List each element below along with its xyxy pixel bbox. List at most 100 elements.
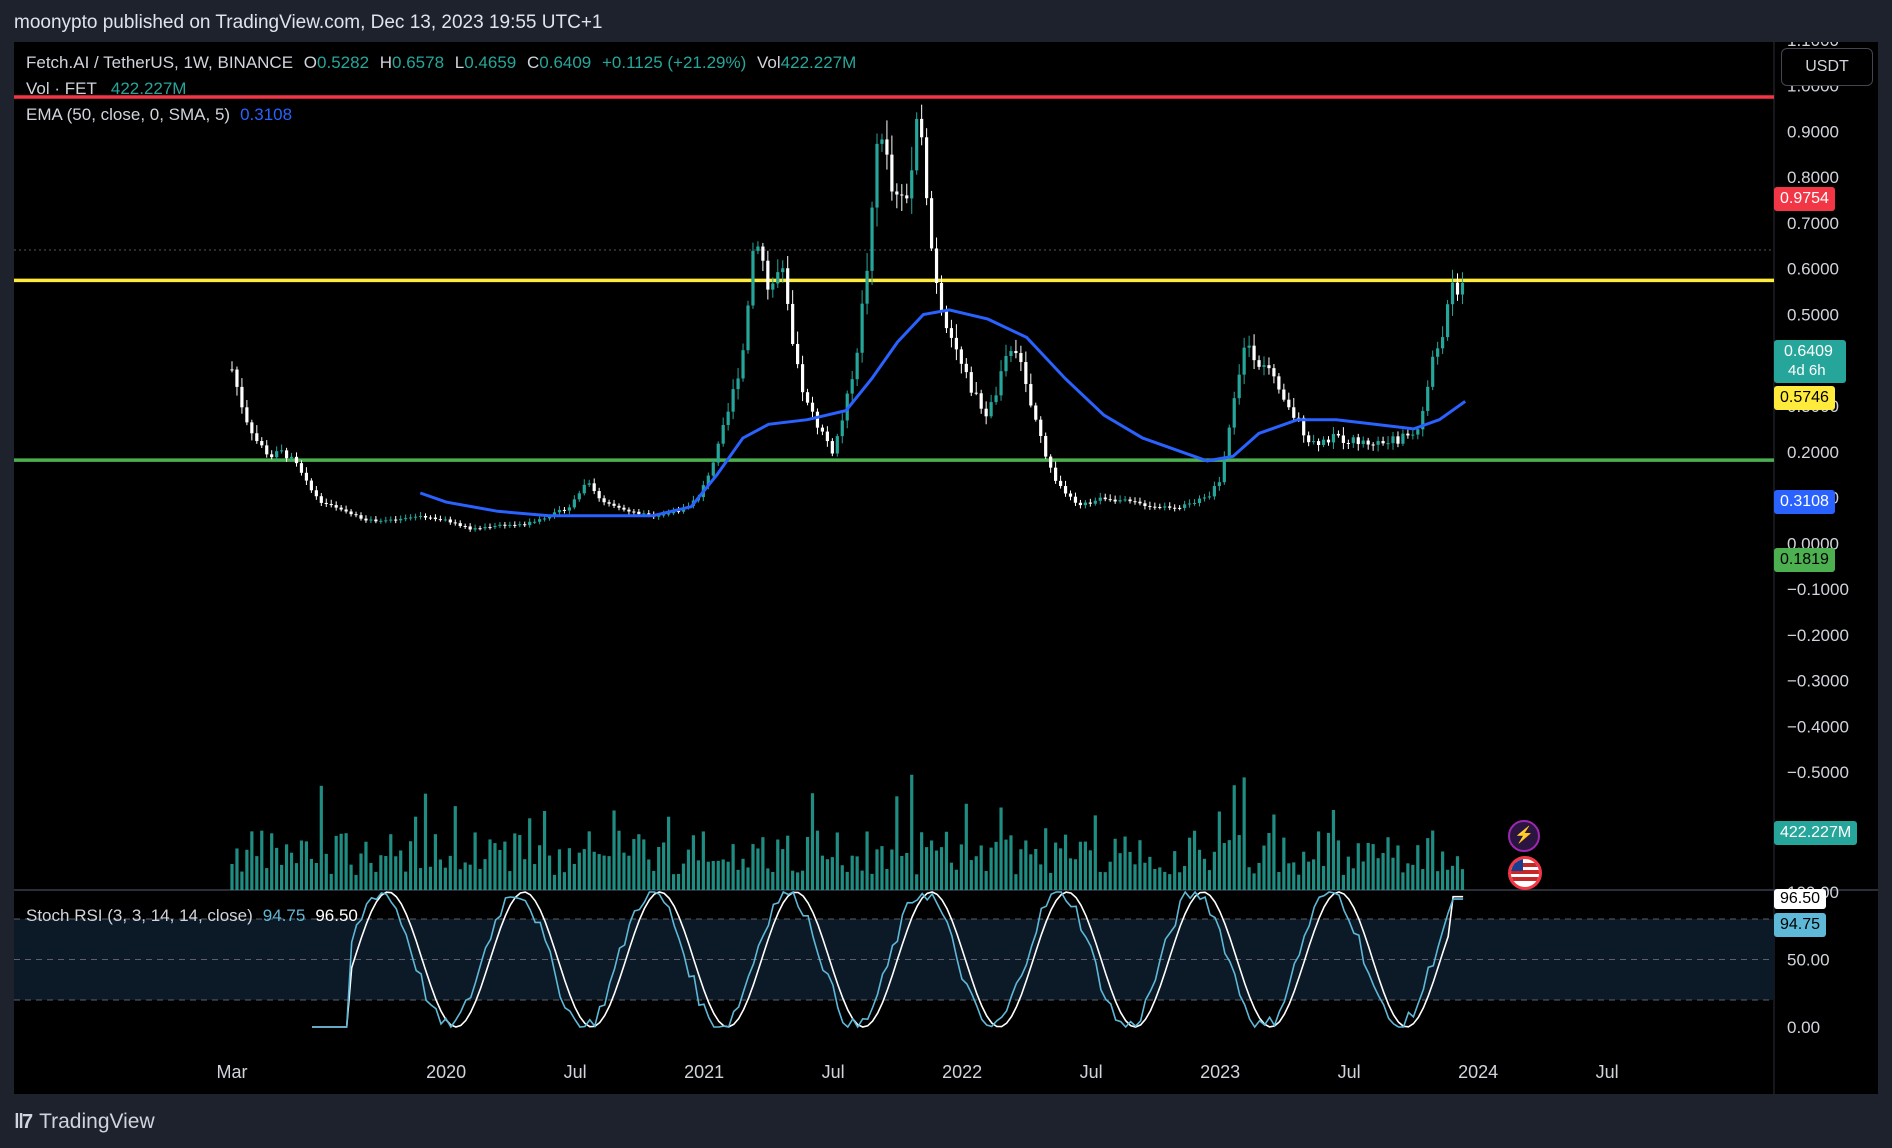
- brand-name: TradingView: [39, 1110, 155, 1133]
- candle-body: [1088, 502, 1092, 504]
- volume-bar: [359, 853, 363, 890]
- candle-body: [1217, 482, 1221, 487]
- candle-body: [1431, 356, 1435, 387]
- volume-title: Vol · FET: [26, 79, 97, 98]
- volume-bar: [1346, 856, 1350, 890]
- volume-bar: [503, 841, 507, 890]
- stoch-legend: Stoch RSI (3, 3, 14, 14, close) 94.75 96.5…: [26, 906, 364, 926]
- candle-body: [726, 411, 730, 426]
- volume-bar: [1247, 867, 1251, 890]
- volume-bar: [1381, 853, 1385, 890]
- chart-area[interactable]: 1.20001.10001.00000.90000.80000.70000.60…: [14, 42, 1878, 1094]
- candle-body: [329, 504, 333, 506]
- time-tick-label: Jul: [1338, 1062, 1361, 1082]
- candle-body: [805, 392, 810, 403]
- volume-bar: [597, 854, 601, 890]
- candle-body: [1014, 351, 1018, 354]
- volume-bar: [557, 849, 562, 890]
- volume-bar: [409, 841, 413, 890]
- volume-bar: [235, 848, 239, 890]
- candle-body: [250, 422, 254, 434]
- candle-body: [359, 515, 363, 519]
- volume-bar: [280, 864, 284, 890]
- volume-bar: [622, 852, 626, 890]
- tradingview-logo[interactable]: ‖7 TradingView: [14, 1110, 155, 1134]
- volume-bar: [314, 862, 318, 890]
- volume-bar: [1441, 851, 1445, 890]
- volume-bar: [354, 874, 358, 890]
- volume-bar: [607, 856, 611, 890]
- candle-body: [910, 170, 914, 199]
- candle-body: [835, 436, 839, 454]
- volume-bar: [840, 865, 844, 890]
- time-tick-label: 2023: [1200, 1062, 1240, 1082]
- volume-bar: [1227, 840, 1231, 890]
- candle-body: [756, 246, 760, 251]
- candle-body: [1068, 493, 1073, 497]
- candle-body: [1436, 348, 1440, 357]
- published-line: moonypto published on TradingView.com, D…: [14, 12, 603, 33]
- candle-body: [1183, 504, 1187, 508]
- lightning-icon[interactable]: ⚡: [1508, 820, 1540, 852]
- volume-bar: [681, 863, 686, 890]
- volume-bar: [547, 855, 552, 890]
- candle-body: [1267, 365, 1271, 369]
- volume-bar: [676, 873, 681, 890]
- volume-bar: [1356, 843, 1360, 890]
- us-flag-icon[interactable]: [1508, 856, 1542, 890]
- candle-body: [1024, 362, 1028, 385]
- candle-body: [885, 139, 889, 155]
- open-value: 0.5282: [317, 53, 370, 72]
- volume-bar: [1143, 862, 1147, 890]
- volume-bar: [1292, 862, 1296, 890]
- volume-bar: [810, 793, 815, 890]
- candle-body: [1262, 365, 1266, 367]
- volume-bar: [1361, 861, 1365, 890]
- volume-bar: [240, 871, 244, 890]
- candle-body: [627, 509, 631, 512]
- candle-body: [929, 198, 934, 249]
- currency-button[interactable]: USDT: [1781, 48, 1873, 86]
- candle-body: [245, 407, 249, 423]
- candle-body: [1227, 427, 1231, 457]
- volume-bar: [850, 855, 854, 890]
- volume-bar: [969, 860, 973, 890]
- volume-bar: [344, 833, 348, 890]
- candle-body: [399, 518, 403, 521]
- stoch-tick-label: 0.00: [1787, 1018, 1820, 1037]
- candle-body: [741, 350, 745, 379]
- candle-body: [1391, 436, 1395, 444]
- candle-body: [428, 517, 433, 519]
- chart-svg[interactable]: 1.20001.10001.00000.90000.80000.70000.60…: [14, 42, 1878, 1094]
- volume-bar: [1103, 872, 1107, 890]
- volume-bar: [1312, 859, 1316, 890]
- volume-bar: [1272, 814, 1276, 890]
- volume-bar: [339, 833, 343, 890]
- stoch-d-legend: 96.50: [315, 906, 358, 925]
- volume-bar: [299, 840, 304, 890]
- candle-body: [786, 268, 790, 304]
- candle-body: [1133, 501, 1137, 503]
- volume-bar: [453, 806, 457, 890]
- candle-body: [498, 524, 502, 526]
- candle-body: [1083, 502, 1087, 506]
- volume-bar: [1093, 815, 1097, 890]
- volume-bar: [860, 870, 864, 890]
- high-label: H: [379, 53, 393, 72]
- volume-bar: [920, 832, 924, 890]
- candle-body: [984, 408, 988, 417]
- volume-bar: [567, 848, 571, 890]
- candle-body: [1312, 441, 1316, 443]
- volume-bar: [627, 855, 631, 890]
- candle-body: [1307, 435, 1311, 443]
- candle-body: [830, 441, 834, 454]
- candle-body: [409, 517, 413, 519]
- volume-bar: [1044, 828, 1048, 890]
- time-tick-label: 2022: [942, 1062, 982, 1082]
- price-tick-label: −0.5000: [1787, 763, 1849, 782]
- candle-body: [324, 502, 328, 505]
- volume-bar: [468, 864, 472, 890]
- volume-bar: [1207, 870, 1212, 890]
- volume-bar: [1450, 865, 1455, 890]
- volume-bar: [1302, 851, 1306, 890]
